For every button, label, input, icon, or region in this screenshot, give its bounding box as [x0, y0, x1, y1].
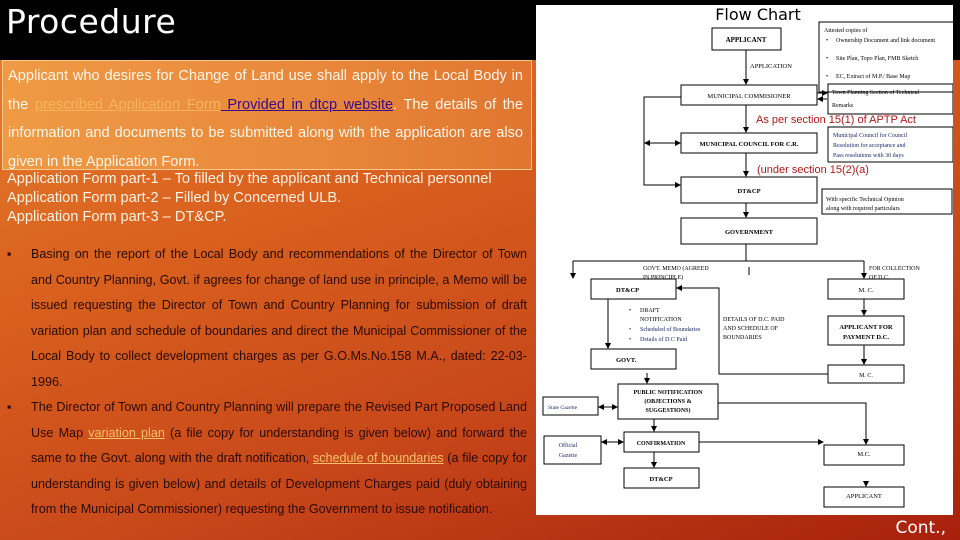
- node-applicant-payment: APPLICANT FOR: [839, 324, 892, 331]
- attested-item: EC, Extract of M.P./ Base Map: [836, 73, 910, 80]
- node-mc-2: M. C.: [859, 373, 873, 379]
- dtcp-website-link[interactable]: Provided in dtcp website: [221, 97, 393, 113]
- flowchart-title: Flow Chart: [715, 5, 801, 24]
- bullet-item: ▪ The Director of Town and Country Plann…: [7, 395, 527, 523]
- node-public-notification: SUGGESTIONS): [645, 407, 690, 414]
- details-dc-line: BOUNDARIES: [723, 335, 762, 341]
- edge-label-application: APPLICATION: [750, 63, 792, 70]
- procedure-bullets: ▪ Basing on the report of the Local Body…: [7, 242, 527, 523]
- draft-item: DRAFT: [640, 308, 660, 314]
- draft-item: Details of D.C Paid: [640, 336, 687, 343]
- node-public-notification: (OBJECTIONS &: [644, 398, 691, 405]
- draft-bullet: •: [629, 327, 631, 333]
- bullet-item: ▪ Basing on the report of the Local Body…: [7, 242, 527, 395]
- node-official-gazette: Official: [559, 442, 578, 449]
- node-applicant: APPLICANT: [726, 36, 767, 44]
- continuation-label: Cont.,: [895, 518, 946, 538]
- draft-bullet: •: [629, 337, 631, 343]
- form-parts-list: Application Form part-1 – To filled by t…: [7, 170, 527, 227]
- for-collection-line: FOR COLLECTION: [869, 266, 921, 272]
- tech-opinion-line: With specific Technical Opinion: [826, 196, 904, 203]
- node-dtcp: DT&CP: [737, 188, 760, 195]
- box-town-planning: [827, 83, 954, 115]
- draft-item: NOTIFICATION: [640, 317, 682, 323]
- bullet-dot-icon: ▪: [7, 247, 12, 261]
- flowchart-diagram: Flow Chart APPLICANT APPLICATION Atteste…: [542, 5, 955, 508]
- attested-item: Ownership Document and link document: [836, 38, 935, 44]
- node-dtcp-3: DT&CP: [649, 476, 672, 483]
- details-dc-line: DETAILS OF D.C. PAID: [723, 317, 785, 323]
- draft-item: Scheduled of Boundaries: [640, 326, 701, 333]
- draft-bullet: •: [629, 308, 631, 314]
- bullet-dot-icon: ▪: [7, 400, 12, 414]
- node-state-gazette: State Gazette: [548, 405, 578, 411]
- form-part-3: Application Form part-3 – DT&CP.: [7, 209, 227, 225]
- node-official-gazette: Gazette: [559, 453, 578, 459]
- node-confirmation: CONFIRMATION: [637, 441, 686, 447]
- node-dtcp-2: DT&CP: [616, 287, 639, 294]
- form-part-2: Application Form part-2 – Filled by Conc…: [7, 190, 342, 206]
- intro-paragraph: Applicant who desires for Change of Land…: [8, 62, 523, 176]
- attested-bullet: •: [826, 56, 828, 62]
- note-section-15-1: As per section 15(1) of APTP Act: [756, 114, 916, 126]
- node-mc: M. C.: [859, 287, 874, 294]
- govt-memo-line: GOVT. MEMO (AGREED: [643, 265, 709, 272]
- application-form-link[interactable]: prescribed Application Form: [35, 97, 221, 113]
- slide-title: Procedure: [6, 2, 177, 41]
- node-public-notification: PUBLIC NOTIFICATION: [633, 390, 703, 396]
- schedule-of-boundaries-link[interactable]: schedule of boundaries: [313, 451, 444, 465]
- bullet-text: Basing on the report of the Local Body a…: [31, 247, 527, 389]
- attested-bullet: •: [826, 38, 828, 44]
- attested-title: Attested copies of: [824, 27, 867, 34]
- town-planning-line: Town Planning Section of Technical: [832, 89, 919, 96]
- tech-opinion-line: along with required particulars: [826, 206, 900, 212]
- council-note-line: Resolution for acceptance and: [833, 142, 905, 149]
- node-applicant-payment: PAYMENT D.C.: [843, 334, 889, 341]
- form-part-1: Application Form part-1 – To filled by t…: [7, 171, 492, 187]
- attested-item: Site Plan, Topo Plan, FMB Sketch: [836, 56, 918, 62]
- council-note-line: Municipal Council for Council: [833, 132, 907, 139]
- box-official-gazette: [543, 435, 602, 465]
- council-note-line: Pass resolutions with 30 days: [833, 153, 904, 159]
- variation-plan-link[interactable]: variation plan: [88, 426, 165, 440]
- node-government: GOVERNMENT: [725, 229, 774, 236]
- node-municipal-commissioner: MUNICIPAL COMMISIONER: [707, 93, 791, 100]
- details-dc-line: AND SCHEDULE OF: [723, 326, 779, 332]
- for-collection-line: OF D.C.: [869, 275, 890, 281]
- govt-memo-line: IN PRINCIPLE): [643, 274, 683, 281]
- flowchart-panel: Flow Chart APPLICANT APPLICATION Atteste…: [536, 5, 955, 515]
- node-applicant-final: APPLICANT: [846, 493, 882, 500]
- node-municipal-council: MUNICIPAL COUNCIL FOR C.R.: [699, 141, 798, 148]
- attested-bullet: •: [826, 74, 828, 80]
- node-mc-3: M.C.: [857, 451, 871, 458]
- note-section-15-2: (under section 15(2)(a): [757, 164, 869, 176]
- town-planning-line: Remarks: [832, 103, 854, 109]
- node-govt: GOVT.: [616, 357, 637, 364]
